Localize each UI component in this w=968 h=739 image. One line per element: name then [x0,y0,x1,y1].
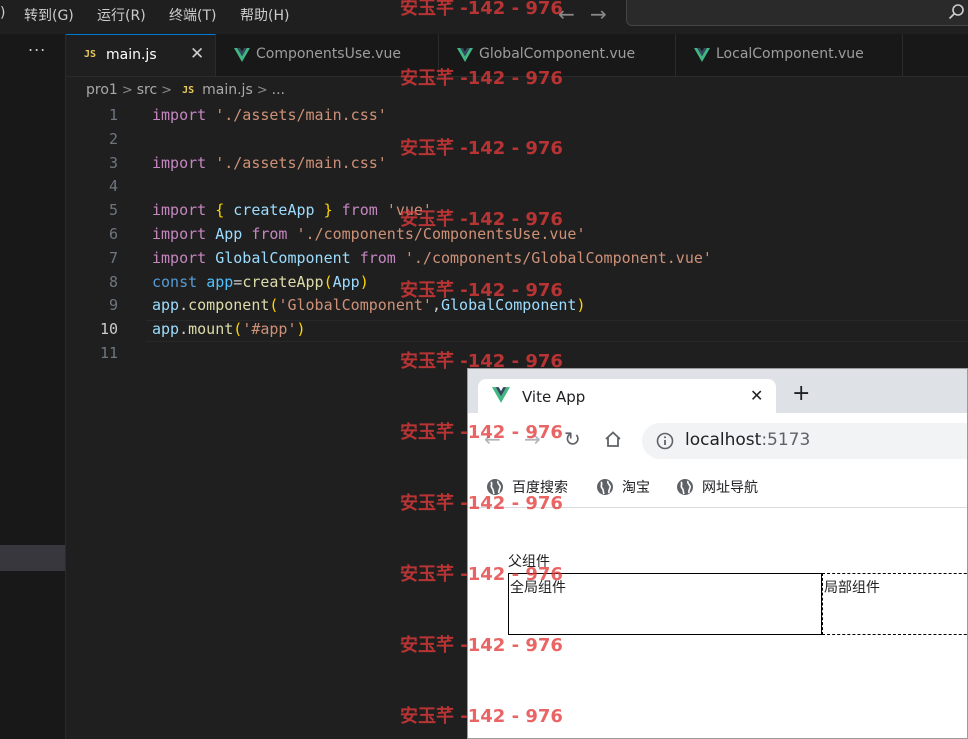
code-line-5[interactable]: import { createApp } from 'vue' [152,201,432,219]
code-line-10[interactable]: app.mount('#app') [152,320,306,338]
line-number: 6 [108,225,118,243]
line-number: 5 [108,201,118,219]
line-number: 7 [108,249,118,267]
tab-label: main.js [106,47,157,63]
watermark-text: 安玉芊 -142 - 976 [400,280,563,301]
vue-icon [234,47,250,66]
line-number: 4 [108,177,118,195]
vue-icon [492,387,510,407]
chevron-right-icon: > [256,82,268,98]
menu-item-help[interactable]: 帮助(H) [240,5,289,25]
watermark-text: 安玉芊 -142 - 976 [400,68,563,89]
line-number: 8 [108,273,118,291]
breadcrumb-symbol[interactable]: ... [272,82,285,98]
js-icon: JS [182,84,195,96]
close-icon[interactable]: ✕ [190,44,204,64]
line-number: 3 [108,154,118,172]
watermark-text: 安玉芊 -142 - 976 [400,422,563,443]
activity-sidebar: ... [0,34,66,739]
browser-tab-vite-app[interactable]: Vite App ✕ [478,379,776,413]
tab-label: ComponentsUse.vue [256,46,401,62]
menu-item-run[interactable]: 运行(R) [97,5,146,25]
tab-main-js[interactable]: JS main.js ✕ [66,34,216,76]
code-line-3[interactable]: import './assets/main.css' [152,154,387,172]
breadcrumb-file[interactable]: main.js [202,82,253,98]
code-line-8[interactable]: const app=createApp(App) [152,273,369,291]
info-icon[interactable] [656,432,674,454]
line-number: 1 [108,106,118,124]
code-line-1[interactable]: import './assets/main.css' [152,106,387,124]
more-icon[interactable]: ... [28,36,46,55]
bookmark-taobao[interactable]: 淘宝 [596,477,650,497]
home-icon[interactable] [604,429,622,453]
globe-icon [677,479,693,495]
watermark-text: 安玉芊 -142 - 976 [400,209,563,230]
close-icon[interactable]: ✕ [750,386,763,405]
line-number: 2 [108,130,118,148]
globe-icon [597,479,613,495]
browser-tab-title: Vite App [522,388,586,406]
watermark-text: 安玉芊 -142 - 976 [400,138,563,159]
breadcrumb-project[interactable]: pro1 [86,82,118,98]
tab-label: GlobalComponent.vue [479,46,636,62]
js-icon: JS [84,49,97,60]
watermark-text: 安玉芊 -142 - 976 [400,706,563,727]
vue-icon [694,47,710,66]
chevron-right-icon: > [121,82,133,98]
reload-icon[interactable]: ↻ [564,427,581,451]
line-number-current: 10 [99,320,118,338]
breadcrumb-folder[interactable]: src [137,82,157,98]
sidebar-selected-row[interactable] [0,545,65,571]
watermark-text: 安玉芊 -142 - 976 [400,351,563,372]
watermark-text: 安玉芊 -142 - 976 [400,564,563,585]
line-number: 11 [99,344,118,362]
watermark-text: 安玉芊 -142 - 976 [400,0,563,19]
chevron-right-icon: > [161,82,173,98]
menu-item-goto[interactable]: 转到(G) [24,5,74,25]
local-component-box: 局部组件 [822,573,967,635]
new-tab-button[interactable]: + [792,383,810,405]
browser-tab-strip: Vite App ✕ + [468,369,967,413]
menu-item-terminal[interactable]: 终端(T) [169,5,216,25]
breadcrumb: pro1 > src > JS main.js >... [86,82,285,104]
watermark-text: 安玉芊 -142 - 976 [400,493,563,514]
command-center-search[interactable] [626,0,968,26]
nav-forward-icon[interactable]: → [590,2,607,26]
watermark-text: 安玉芊 -142 - 976 [400,635,563,656]
tab-localcomponent-vue[interactable]: LocalComponent.vue [676,34,903,76]
url-text: localhost:5173 [685,430,811,450]
code-line-7[interactable]: import GlobalComponent from './component… [152,249,712,267]
bookmark-web-nav[interactable]: 网址导航 [676,477,758,497]
search-icon[interactable] [948,3,966,25]
line-number: 9 [108,296,118,314]
menu-item-fragment[interactable]: ) [0,5,5,21]
address-bar[interactable]: localhost:5173 [642,423,967,459]
tab-label: LocalComponent.vue [716,46,864,62]
local-component-label: 局部组件 [824,580,880,596]
